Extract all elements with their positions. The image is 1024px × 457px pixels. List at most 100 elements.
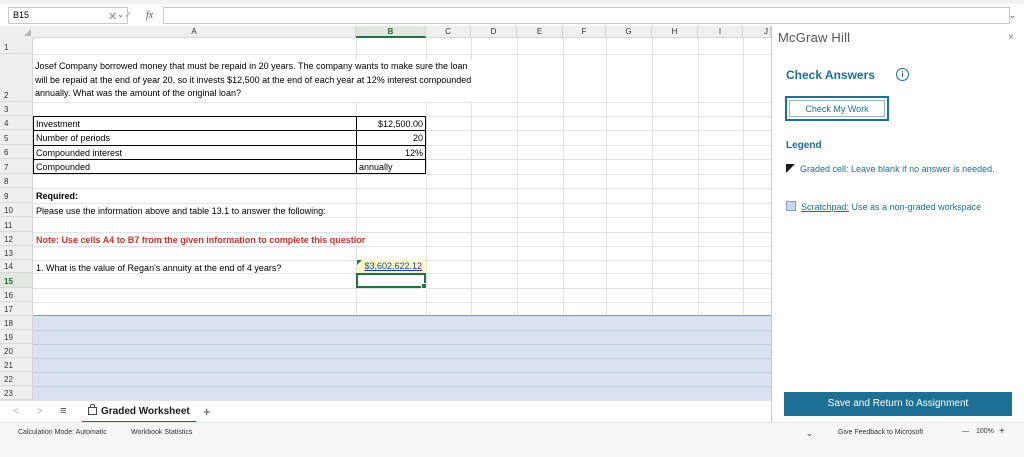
row-header-15[interactable]: 15	[0, 273, 33, 288]
gridline	[33, 54, 771, 55]
legend-graded-cell: Graded cell: Leave blank if no answer is…	[786, 162, 1016, 177]
row-header-16[interactable]: 16	[0, 288, 33, 302]
gridline	[33, 302, 771, 303]
name-box-value: B15	[13, 10, 30, 20]
check-my-work-label: Check My Work	[789, 100, 885, 117]
legend-title: Legend	[786, 140, 822, 151]
gridline	[33, 174, 771, 175]
row-header-19[interactable]: 19	[0, 330, 33, 344]
cell-a2-problem-text[interactable]: Josef Company borrowed money that must b…	[35, 60, 473, 102]
scratchpad-swatch-icon	[786, 201, 796, 211]
row-header-23[interactable]: 23	[0, 386, 33, 400]
row-header-9[interactable]: 9	[0, 188, 33, 203]
cell-a4[interactable]: Investment	[36, 119, 80, 129]
row-header-4[interactable]: 4	[0, 116, 33, 130]
cell-a7[interactable]: Compounded	[36, 162, 90, 172]
spreadsheet-grid[interactable]: A B C D E F G H I J 1 2 3 4 5 6 7 8 9 10…	[0, 26, 771, 400]
column-header-h[interactable]: H	[652, 26, 698, 38]
row-header-12[interactable]: 12	[0, 232, 33, 246]
table-divider	[33, 145, 426, 146]
row-header-21[interactable]: 21	[0, 358, 33, 372]
cell-b14-answer[interactable]: $3,602,622.12	[357, 260, 425, 273]
cancel-icon[interactable]: ✕	[108, 10, 117, 23]
row-header-11[interactable]: 11	[0, 217, 33, 232]
formula-input[interactable]	[163, 7, 1010, 24]
info-icon[interactable]: i	[896, 68, 909, 81]
scratchpad-desc: Use as a non-graded workspace	[849, 202, 982, 212]
row-header-3[interactable]: 3	[0, 102, 33, 116]
zoom-level[interactable]: 100%	[976, 428, 994, 435]
check-my-work-button[interactable]: Check My Work	[785, 96, 889, 121]
gridline	[33, 232, 771, 233]
row-header-6[interactable]: 6	[0, 145, 33, 159]
table-divider	[33, 159, 426, 160]
check-answers-title: Check Answers	[786, 68, 875, 82]
brand-logo: McGraw Hill	[778, 30, 851, 45]
column-header-j[interactable]: J	[743, 26, 771, 38]
cell-b6[interactable]: 12%	[356, 148, 423, 158]
gridline	[33, 102, 771, 103]
row-header-5[interactable]: 5	[0, 130, 33, 145]
column-header-c[interactable]: C	[426, 26, 471, 38]
cell-a5[interactable]: Number of periods	[36, 133, 110, 143]
gridline	[33, 246, 771, 247]
column-header-g[interactable]: G	[606, 26, 652, 38]
column-header-i[interactable]: I	[698, 26, 743, 38]
row-header-2[interactable]: 2	[0, 54, 33, 102]
zoom-in-button[interactable]: +	[999, 426, 1005, 437]
row-header-18[interactable]: 18	[0, 316, 33, 330]
column-header-a[interactable]: A	[33, 26, 356, 38]
cell-a10[interactable]: Please use the information above and tab…	[36, 206, 326, 216]
row-header-1[interactable]: 1	[0, 38, 33, 54]
column-header-e[interactable]: E	[517, 26, 563, 38]
check-icon[interactable]: ✓	[124, 10, 132, 21]
gridline	[33, 217, 771, 218]
table-divider	[33, 130, 426, 131]
calculation-mode: Calculation Mode: Automatic	[18, 429, 107, 436]
gridline	[33, 203, 771, 204]
scratchpad-link[interactable]: Scratchpad:	[801, 202, 849, 212]
feedback-chevron-icon[interactable]: ⌄	[806, 429, 813, 438]
column-header-f[interactable]: F	[563, 26, 606, 38]
row-header-13[interactable]: 13	[0, 246, 33, 260]
gridline	[33, 372, 771, 373]
sheet-tab-graded-worksheet[interactable]: Graded Worksheet	[82, 403, 196, 423]
workbook-statistics[interactable]: Workbook Statistics	[131, 429, 192, 436]
give-feedback-link[interactable]: Give Feedback to Microsoft	[838, 429, 923, 436]
zoom-out-button[interactable]: —	[962, 428, 969, 435]
cell-a12-note[interactable]: Note: Use cells A4 to B7 from the given …	[36, 235, 424, 245]
mcgraw-hill-panel: McGraw Hill × Check Answers i Check My W…	[771, 26, 1024, 422]
row-header-8[interactable]: 8	[0, 174, 33, 188]
row-header-22[interactable]: 22	[0, 372, 33, 386]
row-header-20[interactable]: 20	[0, 344, 33, 358]
expand-formula-bar-icon[interactable]: ⌄	[1008, 10, 1016, 21]
close-icon[interactable]: ×	[1008, 32, 1014, 43]
row-header-14[interactable]: 14	[0, 260, 33, 273]
cell-a14-question[interactable]: 1. What is the value of Regan's annuity …	[36, 263, 281, 273]
formula-bar: B15 ⌄ ✕ ✓ fx ⌄	[0, 4, 1024, 27]
cell-a9-required[interactable]: Required:	[36, 191, 78, 201]
cell-b4[interactable]: $12,500.00	[356, 119, 423, 129]
cell-b5[interactable]: 20	[356, 133, 423, 143]
next-sheet-icon[interactable]: >	[37, 406, 43, 417]
prev-sheet-icon[interactable]: <	[13, 406, 19, 417]
row-header-10[interactable]: 10	[0, 203, 33, 217]
insert-function-icon[interactable]: fx	[146, 10, 153, 21]
all-sheets-menu-icon[interactable]: ≡	[60, 405, 66, 417]
legend-scratchpad: Scratchpad: Use as a non-graded workspac…	[786, 200, 1016, 215]
row-header-7[interactable]: 7	[0, 159, 33, 174]
row-header-17[interactable]: 17	[0, 302, 33, 316]
sheet-tab-bar: < > ≡ Graded Worksheet +	[0, 400, 771, 423]
graded-cell-marker-icon	[786, 164, 795, 173]
cell-a6[interactable]: Compounded interest	[36, 148, 122, 158]
gridline	[33, 386, 771, 387]
gridline	[33, 358, 771, 359]
add-sheet-button[interactable]: +	[203, 404, 211, 419]
status-bar: Calculation Mode: Automatic Workbook Sta…	[0, 422, 1024, 457]
chevron-down-icon[interactable]: ⌄	[117, 10, 124, 19]
selected-cell-b15[interactable]	[356, 273, 427, 289]
save-and-return-button[interactable]: Save and Return to Assignment	[784, 392, 1012, 416]
cell-b7[interactable]: annually	[359, 162, 393, 172]
column-header-d[interactable]: D	[471, 26, 517, 38]
column-header-b[interactable]: B	[356, 26, 426, 38]
